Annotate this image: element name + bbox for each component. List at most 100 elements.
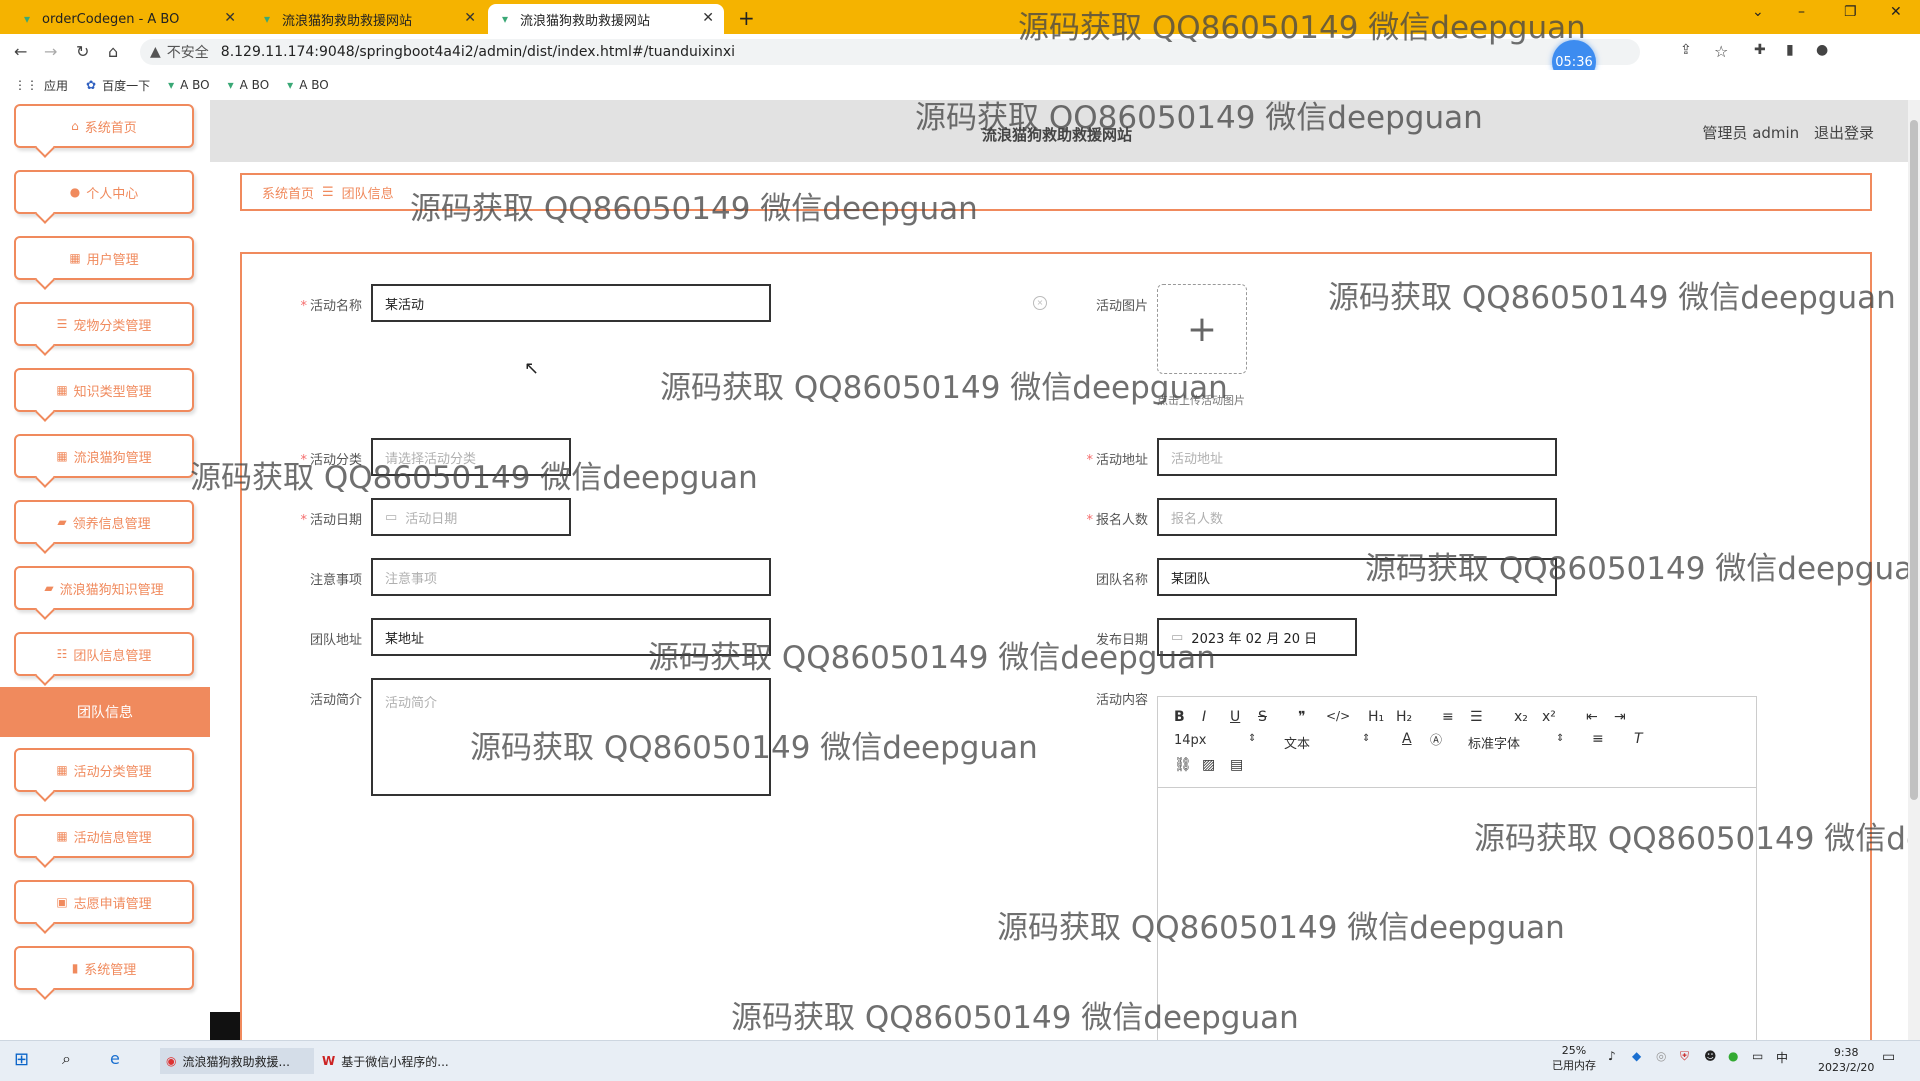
bookmark-baidu[interactable]: 百度一下 [102, 77, 150, 94]
bookmark-apps[interactable]: 应用 [44, 77, 68, 94]
bookmark-abo-3[interactable]: A BO [299, 78, 329, 92]
qq-icon[interactable]: ☻ [1704, 1049, 1717, 1063]
font-color-icon[interactable]: A [1402, 731, 1412, 747]
background-color-icon[interactable]: Ⓐ [1430, 731, 1442, 748]
tray-app-icon[interactable]: ◆ [1632, 1049, 1641, 1063]
underline-icon[interactable]: U [1230, 709, 1240, 725]
sidebar-item-volunteer[interactable]: ▣ 志愿申请管理 [14, 880, 194, 924]
link-icon[interactable]: ⛓ [1174, 757, 1192, 773]
bullet-list-icon[interactable]: ☰ [1470, 709, 1483, 725]
ime-indicator[interactable]: 中 [1776, 1049, 1788, 1066]
activity-address-input[interactable]: 活动地址 [1157, 438, 1557, 476]
text-type-select[interactable]: 文本 [1284, 733, 1310, 752]
signup-count-label: * 报名人数 [1086, 513, 1148, 528]
italic-icon[interactable]: I [1202, 709, 1206, 725]
rich-text-editor[interactable]: B I U S ❞ </> H₁ H₂ ≡ ☰ x₂ x² ⇤ ⇥ 14px ⇕… [1157, 696, 1757, 1042]
scrollbar-thumb[interactable] [1910, 120, 1918, 800]
volume-icon[interactable]: ♪ [1608, 1049, 1616, 1063]
tray-app-icon[interactable]: ◎ [1656, 1049, 1666, 1063]
search-icon[interactable]: ⌕ [62, 1049, 71, 1069]
memory-indicator[interactable]: 25% 已用内存 [1552, 1043, 1596, 1073]
sidebar-item-adoption[interactable]: ▰ 领养信息管理 [14, 500, 194, 544]
sidebar-item-activity-info[interactable]: ▦ 活动信息管理 [14, 814, 194, 858]
close-window-icon[interactable]: ✕ [1890, 4, 1902, 20]
home-icon[interactable]: ⌂ [108, 42, 118, 61]
image-icon[interactable]: ▨ [1202, 757, 1215, 773]
sidebar-item-activity-category[interactable]: ▦ 活动分类管理 [14, 748, 194, 792]
tab-search-icon[interactable]: ⌄ [1752, 4, 1764, 20]
notification-icon[interactable]: ▭ [1882, 1049, 1895, 1065]
activity-name-input[interactable]: 某活动 [371, 284, 771, 322]
bookmark-star-icon[interactable]: ☆ [1714, 42, 1728, 61]
windows-start-icon[interactable]: ⊞ [14, 1049, 29, 1070]
sidebar-item-team-info[interactable]: ☷ 团队信息管理 [14, 632, 194, 676]
h2-icon[interactable]: H₂ [1396, 709, 1412, 725]
apps-icon[interactable]: ⋮⋮ [14, 78, 38, 92]
sidebar-item-home[interactable]: ⌂ 系统首页 [14, 104, 194, 148]
forward-icon[interactable]: → [44, 42, 57, 61]
wechat-icon[interactable]: ● [1728, 1049, 1738, 1063]
sidebar-item-pet-knowledge[interactable]: ▰ 流浪猫狗知识管理 [14, 566, 194, 610]
minimize-icon[interactable]: – [1798, 4, 1805, 20]
activity-date-picker[interactable]: ▭ 活动日期 [371, 498, 571, 536]
watermark: 源码获取 QQ86050149 微信deepguan [1328, 280, 1896, 316]
strike-icon[interactable]: S [1258, 709, 1267, 725]
profile-icon[interactable]: ● [1816, 42, 1828, 58]
browser-tab-3[interactable]: ▾ 流浪猫狗救助救援网站 ✕ [488, 4, 724, 34]
subscript-icon[interactable]: x₂ [1514, 709, 1528, 725]
sidebar-item-pet-category[interactable]: ☰ 宠物分类管理 [14, 302, 194, 346]
code-icon[interactable]: </> [1326, 709, 1350, 723]
tab-close-icon[interactable]: ✕ [464, 10, 476, 26]
editor-toolbar: B I U S ❞ </> H₁ H₂ ≡ ☰ x₂ x² ⇤ ⇥ 14px ⇕… [1158, 697, 1756, 788]
extensions-icon[interactable]: ✚ [1754, 42, 1766, 58]
bookmark-abo-2[interactable]: A BO [240, 78, 270, 92]
outdent-icon[interactable]: ⇤ [1586, 709, 1598, 725]
h1-icon[interactable]: H₁ [1368, 709, 1384, 725]
sidebar-item-system[interactable]: ▮ 系统管理 [14, 946, 194, 990]
font-size-select[interactable]: 14px [1174, 733, 1207, 748]
sidebar-item-label: 用户管理 [86, 252, 139, 268]
page-scrollbar[interactable] [1908, 100, 1920, 1040]
new-tab-icon[interactable]: + [738, 6, 755, 30]
ie-icon[interactable]: e [110, 1049, 120, 1068]
bookmark-abo-1[interactable]: A BO [180, 78, 210, 92]
font-family-select[interactable]: 标准字体 [1468, 733, 1520, 752]
sidebar-item-team-info-sub[interactable]: 团队信息 [0, 687, 210, 737]
browser-tab-1[interactable]: ▾ orderCodegen - A BO ✕ [10, 4, 246, 34]
share-icon[interactable]: ⇪ [1680, 42, 1692, 58]
browser-tab-2[interactable]: ▾ 流浪猫狗救助救援网站 ✕ [250, 4, 486, 34]
sidebar-item-profile[interactable]: ● 个人中心 [14, 170, 194, 214]
reload-icon[interactable]: ↻ [76, 42, 89, 61]
signup-count-input[interactable]: 报名人数 [1157, 498, 1557, 536]
breadcrumb-home[interactable]: 系统首页 [262, 183, 314, 202]
notes-input[interactable]: 注意事项 [371, 558, 771, 596]
sidebar-item-knowledge-type[interactable]: ▦ 知识类型管理 [14, 368, 194, 412]
sidebar-item-stray-pets[interactable]: ▦ 流浪猫狗管理 [14, 434, 194, 478]
network-icon[interactable]: ▭ [1752, 1049, 1763, 1063]
clock[interactable]: 9:38 2023/2/20 [1818, 1045, 1874, 1075]
restore-icon[interactable]: ❐ [1844, 4, 1857, 20]
sidebar-item-label: 知识类型管理 [73, 384, 152, 400]
back-icon[interactable]: ← [14, 42, 27, 61]
tab-close-icon[interactable]: ✕ [702, 10, 714, 26]
watermark: 源码获取 QQ86050149 微信deepguan [915, 100, 1483, 136]
align-icon[interactable]: ≡ [1592, 731, 1604, 747]
sidebar-item-label: 宠物分类管理 [73, 318, 152, 334]
insecure-label: 不安全 [166, 45, 209, 61]
sidepanel-icon[interactable]: ▮ [1786, 42, 1794, 58]
taskbar-item-wps[interactable]: W 基于微信小程序的... [316, 1048, 470, 1074]
superscript-icon[interactable]: x² [1542, 709, 1556, 725]
bold-icon[interactable]: B [1174, 709, 1185, 725]
tray-shield-icon[interactable]: ⛨ [1680, 1049, 1689, 1064]
video-icon[interactable]: ▤ [1230, 757, 1243, 773]
ordered-list-icon[interactable]: ≡ [1442, 709, 1454, 725]
sidebar-item-users[interactable]: ▦ 用户管理 [14, 236, 194, 280]
clear-icon[interactable]: × [1033, 296, 1047, 310]
taskbar-item-chrome[interactable]: ◉ 流浪猫狗救助救援... [160, 1048, 314, 1074]
indent-icon[interactable]: ⇥ [1614, 709, 1626, 725]
tab-close-icon[interactable]: ✕ [224, 10, 236, 26]
logout-link[interactable]: 退出登录 [1814, 124, 1874, 142]
clear-format-icon[interactable]: T [1634, 731, 1643, 747]
blockquote-icon[interactable]: ❞ [1298, 709, 1306, 725]
image-upload-button[interactable]: + [1157, 284, 1247, 374]
